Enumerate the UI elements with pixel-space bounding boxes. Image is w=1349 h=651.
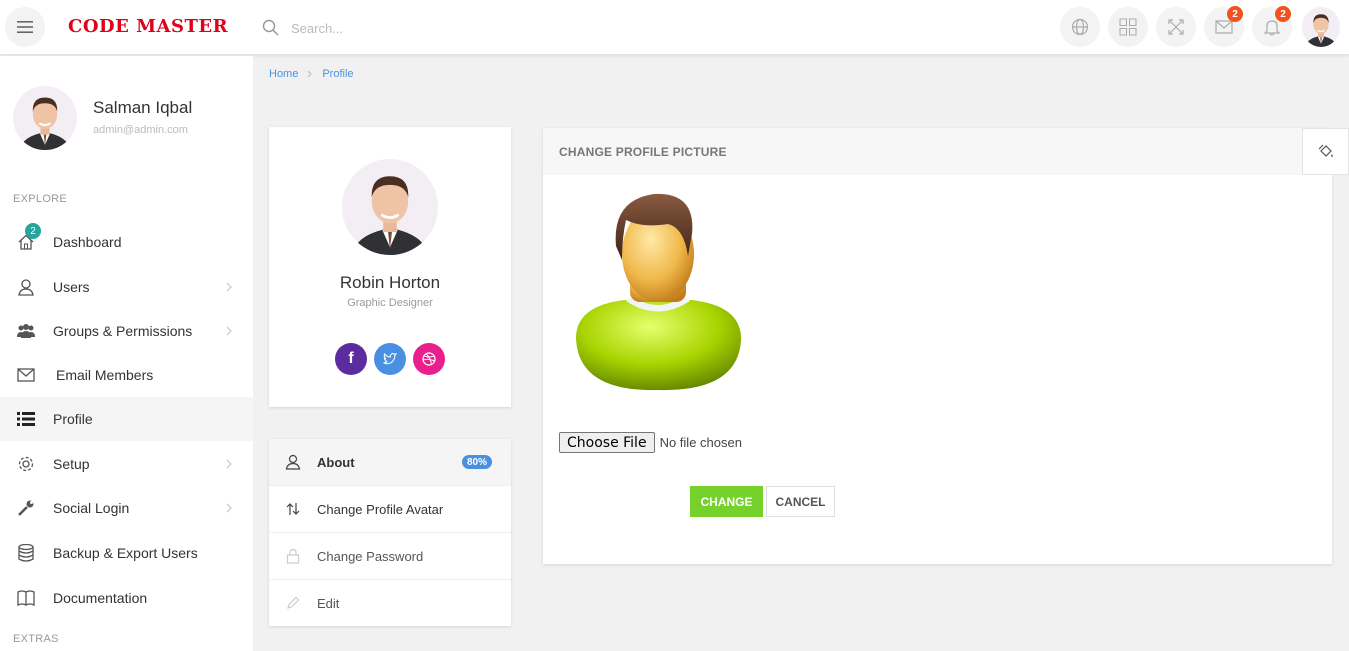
chevron-right-icon — [226, 503, 232, 513]
dashboard-badge: 2 — [25, 223, 41, 239]
paint-bucket-icon — [1318, 144, 1333, 157]
sidebar-item-label: Profile — [53, 411, 93, 427]
gear-icon — [16, 454, 36, 474]
sidebar-item-groups-permissions[interactable]: Groups & Permissions — [0, 309, 253, 353]
profile-menu-edit[interactable]: Edit — [269, 580, 511, 627]
sidebar-user-email: admin@admin.com — [93, 124, 188, 136]
top-bar: CODE MASTER 2 2 — [0, 0, 1349, 55]
sidebar-item-label: Email Members — [56, 367, 154, 383]
profile-menu-label: Change Password — [317, 549, 424, 564]
dribbble-icon — [422, 352, 436, 366]
apps-button[interactable] — [1108, 7, 1148, 47]
sidebar-item-label: Backup & Export Users — [53, 545, 198, 561]
sidebar-item-users[interactable]: Users — [0, 265, 253, 309]
file-status-text: No file chosen — [659, 435, 742, 450]
sidebar-item-label: Users — [53, 279, 90, 295]
user-icon — [16, 277, 36, 297]
about-progress-badge: 80% — [462, 455, 493, 469]
dribbble-button[interactable] — [413, 343, 445, 375]
sidebar-item-label: Setup — [53, 456, 90, 472]
profile-menu-label: Edit — [317, 596, 340, 611]
profile-menu-change-avatar[interactable]: Change Profile Avatar — [269, 486, 511, 533]
profile-card: Robin Horton Graphic Designer f — [269, 127, 511, 407]
book-icon — [16, 588, 36, 608]
notifications-button[interactable]: 2 — [1252, 6, 1292, 47]
mail-icon — [1215, 20, 1233, 34]
sidebar-item-dashboard[interactable]: 2 Dashboard — [0, 220, 253, 264]
app-logo[interactable]: CODE MASTER — [68, 16, 228, 37]
hamburger-icon — [17, 21, 33, 33]
chevron-right-icon — [226, 459, 232, 469]
mail-badge: 2 — [1227, 6, 1243, 22]
panel-tool-button[interactable] — [1302, 128, 1349, 175]
facebook-button[interactable]: f — [335, 343, 367, 375]
chevron-right-icon — [226, 326, 232, 336]
sidebar-user-avatar[interactable] — [13, 86, 77, 150]
section-extras-label: EXTRAS — [13, 633, 59, 645]
default-avatar-image — [576, 193, 742, 391]
profile-menu-label: Change Profile Avatar — [317, 502, 444, 517]
language-button[interactable] — [1060, 7, 1100, 47]
sidebar: Salman Iqbal admin@admin.com EXPLORE 2 D… — [0, 56, 253, 651]
fullscreen-button[interactable] — [1156, 7, 1196, 47]
breadcrumb-current[interactable]: Profile — [322, 68, 353, 80]
mail-button[interactable]: 2 — [1204, 6, 1244, 47]
profile-role: Graphic Designer — [347, 297, 433, 309]
sidebar-item-social-login[interactable]: Social Login — [0, 486, 253, 530]
profile-name: Robin Horton — [339, 273, 441, 292]
users-group-icon — [16, 321, 36, 341]
sidebar-item-setup[interactable]: Setup — [0, 442, 253, 486]
database-icon — [16, 543, 36, 563]
search-box — [262, 14, 522, 42]
menu-toggle-button[interactable] — [5, 7, 45, 47]
profile-menu-change-password[interactable]: Change Password — [269, 533, 511, 580]
grid-icon — [1119, 18, 1137, 36]
cancel-button[interactable]: CANCEL — [766, 486, 835, 517]
sidebar-item-label: Social Login — [53, 500, 130, 516]
bell-icon — [1264, 20, 1280, 36]
sidebar-item-profile[interactable]: Profile — [0, 397, 253, 441]
lock-icon — [284, 547, 302, 565]
sidebar-item-label: Dashboard — [53, 234, 122, 250]
sidebar-item-backup-export[interactable]: Backup & Export Users — [0, 531, 253, 575]
panel-title: CHANGE PROFILE PICTURE — [559, 145, 727, 159]
breadcrumb: Home Profile — [269, 68, 354, 80]
sidebar-item-label: Documentation — [53, 590, 148, 606]
chevron-right-icon — [307, 70, 313, 78]
change-button[interactable]: CHANGE — [690, 486, 763, 517]
facebook-icon: f — [348, 350, 354, 367]
pencil-icon — [284, 594, 302, 612]
sidebar-item-documentation[interactable]: Documentation — [0, 576, 253, 620]
twitter-icon — [383, 353, 397, 365]
list-icon — [16, 409, 36, 429]
section-explore-label: EXPLORE — [13, 193, 68, 205]
search-icon — [262, 19, 279, 36]
expand-icon — [1168, 19, 1184, 35]
profile-avatar — [342, 159, 438, 255]
envelope-icon — [16, 365, 36, 385]
notification-badge: 2 — [1275, 6, 1291, 22]
swap-arrows-icon — [284, 500, 302, 518]
globe-icon — [1071, 18, 1089, 36]
profile-menu-card: About 80% Change Profile Avatar Change P… — [269, 439, 511, 626]
profile-menu-about[interactable]: About 80% — [269, 439, 511, 486]
sidebar-item-email-members[interactable]: Email Members — [0, 353, 253, 397]
chevron-right-icon — [226, 282, 232, 292]
user-menu-avatar[interactable] — [1302, 7, 1340, 47]
file-input-row: Choose File No file chosen — [559, 432, 742, 453]
choose-file-button[interactable]: Choose File — [559, 432, 655, 453]
twitter-button[interactable] — [374, 343, 406, 375]
profile-menu-label: About — [317, 455, 355, 470]
panel-header: CHANGE PROFILE PICTURE — [543, 128, 1332, 175]
wrench-icon — [16, 498, 36, 518]
user-icon — [284, 453, 302, 471]
search-input[interactable] — [291, 20, 491, 36]
breadcrumb-home[interactable]: Home — [269, 68, 298, 80]
sidebar-user-name: Salman Iqbal — [93, 98, 193, 117]
sidebar-item-label: Groups & Permissions — [53, 323, 193, 339]
